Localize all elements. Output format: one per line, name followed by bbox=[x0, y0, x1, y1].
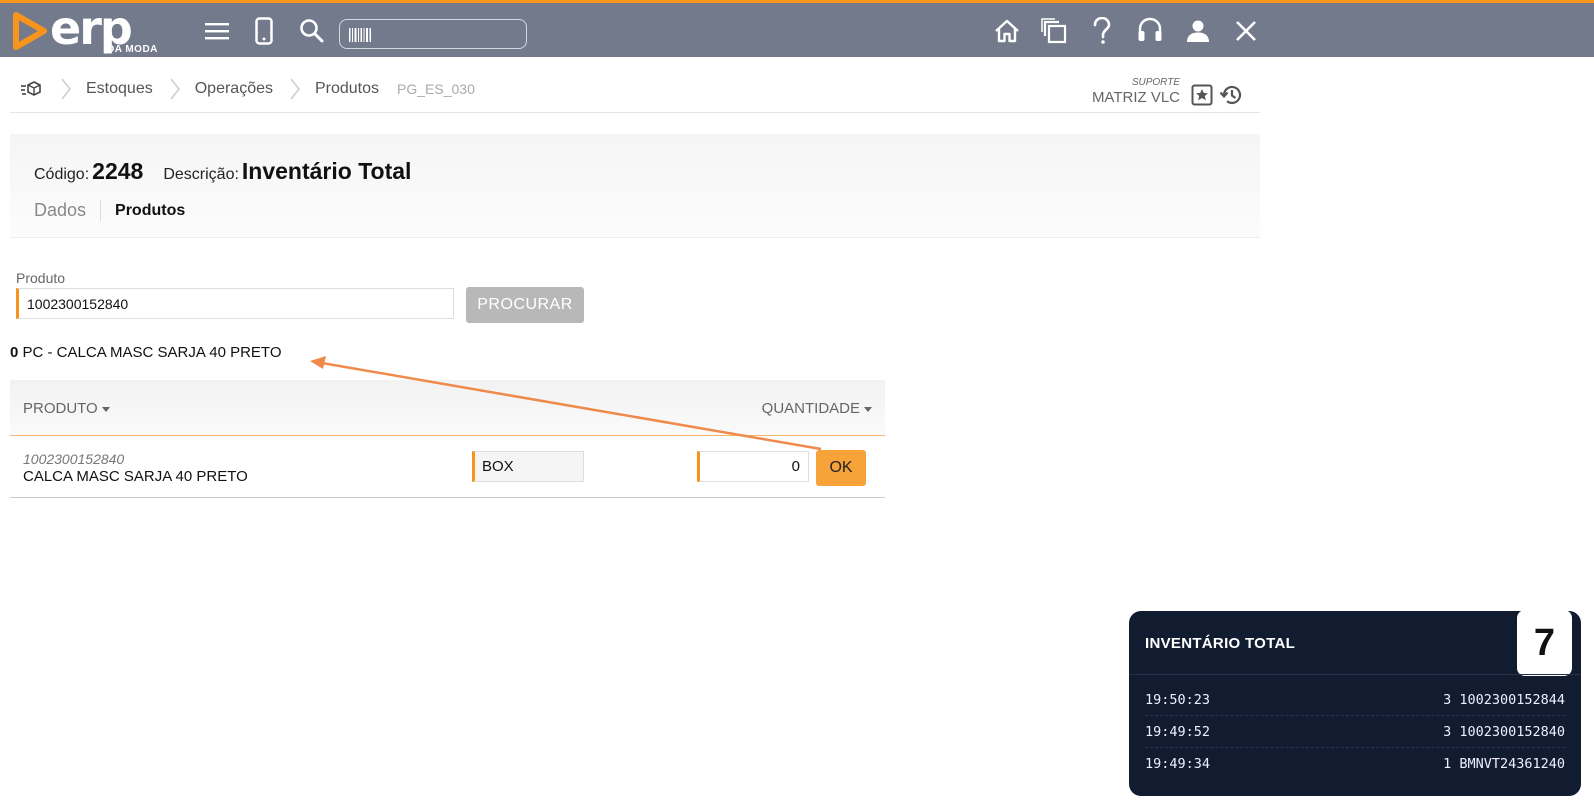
entry-time: 19:49:34 bbox=[1145, 756, 1211, 772]
code-label: Código: bbox=[34, 166, 90, 183]
record-code: 2248 bbox=[92, 158, 144, 184]
home-icon[interactable] bbox=[993, 17, 1021, 45]
user-icon[interactable] bbox=[1184, 17, 1212, 45]
headset-icon[interactable] bbox=[1136, 17, 1164, 45]
row-product-code: 1002300152840 bbox=[23, 451, 125, 467]
record-header: Código: 2248 Descrição: Inventário Total… bbox=[10, 134, 1260, 238]
barcode-input[interactable] bbox=[376, 22, 521, 46]
inventory-count-badge: 7 bbox=[1517, 610, 1572, 676]
entry-time: 19:49:52 bbox=[1145, 724, 1211, 740]
logo-play-icon bbox=[13, 12, 47, 50]
column-produto-label: PRODUTO bbox=[23, 400, 98, 417]
entry-value: 3 1002300152840 bbox=[1443, 724, 1565, 740]
caret-down-icon bbox=[101, 406, 110, 412]
chevron-right-icon bbox=[61, 78, 71, 100]
record-description: Inventário Total bbox=[241, 158, 412, 184]
logo-subtitle: DA MODA bbox=[107, 44, 158, 55]
help-icon[interactable] bbox=[1088, 17, 1116, 45]
column-header-quantidade[interactable]: QUANTIDADE bbox=[762, 400, 872, 417]
chevron-right-icon bbox=[170, 78, 180, 100]
barcode-icon bbox=[349, 28, 371, 42]
top-bar: erp DA MODA bbox=[0, 0, 1594, 57]
product-summary: 0 PC - CALCA MASC SARJA 40 PRETO bbox=[10, 344, 281, 361]
list-item: 19:49:52 3 1002300152840 bbox=[1145, 716, 1565, 748]
table-row: 1002300152840 CALCA MASC SARJA 40 PRETO … bbox=[10, 436, 885, 498]
inventory-log-panel: INVENTÁRIO TOTAL 7 19:50:23 3 1002300152… bbox=[1129, 610, 1581, 796]
list-item: 19:49:34 1 BMNVT24361240 bbox=[1145, 748, 1565, 780]
quantity-input[interactable] bbox=[697, 451, 809, 482]
table-header: PRODUTO QUANTIDADE bbox=[10, 380, 885, 436]
record-tabs: Dados Produtos bbox=[34, 200, 185, 221]
entry-value: 3 1002300152844 bbox=[1443, 692, 1565, 708]
row-product-name: CALCA MASC SARJA 40 PRETO bbox=[23, 468, 248, 485]
column-quantidade-label: QUANTIDADE bbox=[761, 400, 860, 417]
chevron-right-icon bbox=[290, 78, 300, 100]
inventory-panel-title: INVENTÁRIO TOTAL bbox=[1145, 635, 1296, 652]
tab-produtos[interactable]: Produtos bbox=[101, 202, 185, 220]
ok-button[interactable]: OK bbox=[816, 450, 866, 486]
breadcrumb-operacoes[interactable]: Operações bbox=[195, 80, 273, 98]
favorite-star-icon[interactable] bbox=[1191, 84, 1213, 106]
product-field-label: Produto bbox=[16, 270, 66, 286]
list-item: 19:50:23 3 1002300152844 bbox=[1145, 684, 1565, 716]
stock-box-icon[interactable] bbox=[20, 79, 42, 99]
breadcrumb-produtos[interactable]: Produtos bbox=[315, 80, 379, 98]
breadcrumb-divider bbox=[10, 112, 1260, 113]
barcode-search-field[interactable] bbox=[339, 19, 527, 49]
breadcrumb-estoques[interactable]: Estoques bbox=[86, 80, 153, 98]
support-info: SUPORTE MATRIZ VLC bbox=[1080, 77, 1180, 106]
windows-icon[interactable] bbox=[1040, 17, 1068, 45]
entry-value: 1 BMNVT24361240 bbox=[1443, 756, 1565, 772]
breadcrumb: Estoques Operações Produtos PG_ES_030 bbox=[20, 76, 475, 102]
search-button[interactable]: PROCURAR bbox=[466, 287, 584, 323]
caret-down-icon bbox=[864, 406, 872, 412]
column-header-produto[interactable]: PRODUTO bbox=[23, 400, 110, 417]
erp-logo[interactable]: erp DA MODA bbox=[12, 1, 162, 55]
support-branch: MATRIZ VLC bbox=[1091, 89, 1180, 106]
page-code: PG_ES_030 bbox=[397, 81, 475, 97]
history-icon[interactable] bbox=[1219, 83, 1243, 107]
mobile-icon[interactable] bbox=[250, 17, 278, 45]
tab-dados[interactable]: Dados bbox=[34, 200, 102, 221]
product-search-input[interactable] bbox=[16, 288, 454, 319]
entry-time: 19:50:23 bbox=[1145, 692, 1211, 708]
support-label: SUPORTE bbox=[1131, 77, 1180, 88]
panel-divider bbox=[1129, 674, 1581, 675]
summary-text: PC - CALCA MASC SARJA 40 PRETO bbox=[18, 344, 282, 361]
location-input[interactable] bbox=[472, 451, 584, 482]
description-label: Descrição: bbox=[163, 166, 239, 183]
menu-icon[interactable] bbox=[203, 17, 231, 45]
search-icon[interactable] bbox=[298, 17, 326, 45]
close-icon[interactable] bbox=[1232, 17, 1260, 45]
